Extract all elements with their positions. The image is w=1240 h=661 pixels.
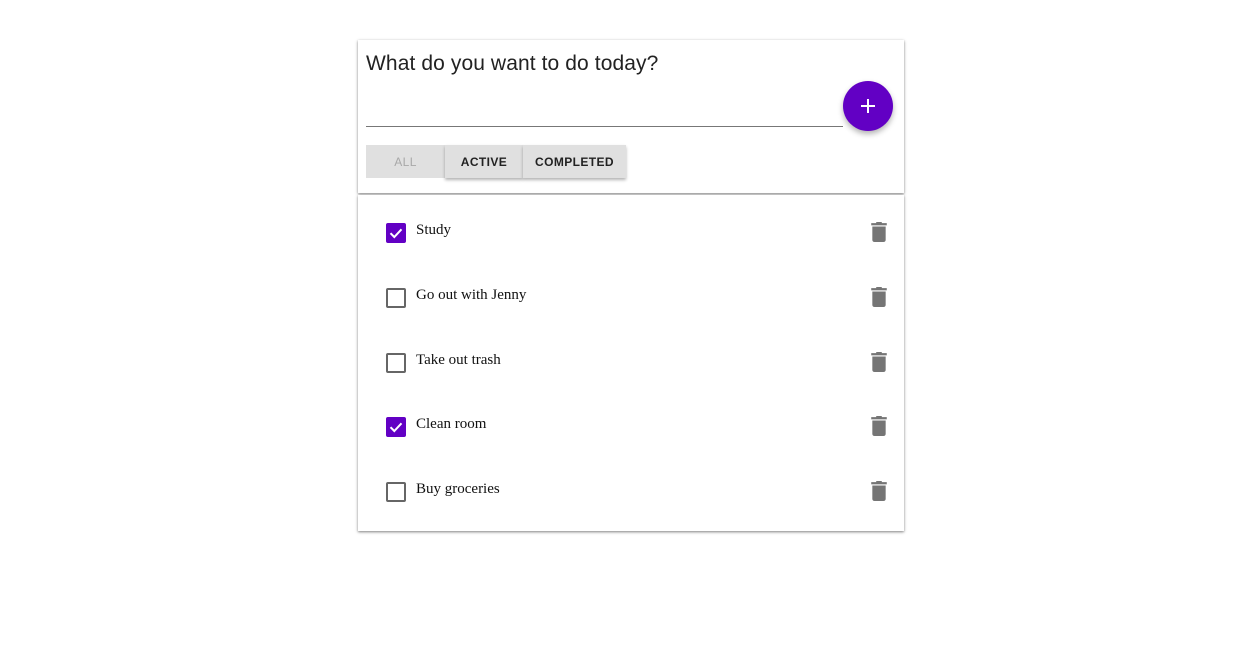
new-task-input[interactable] — [366, 98, 843, 127]
todo-checkbox[interactable] — [386, 353, 406, 373]
filter-active-button[interactable]: ACTIVE — [445, 145, 523, 178]
todo-item: Buy groceries — [358, 471, 904, 511]
filter-button-group: ALL ACTIVE COMPLETED — [366, 145, 626, 178]
todo-label: Clean room — [416, 416, 487, 432]
todo-label: Go out with Jenny — [416, 287, 527, 303]
filter-completed-button[interactable]: COMPLETED — [523, 145, 626, 178]
todo-checkbox[interactable] — [386, 482, 406, 502]
trash-icon[interactable] — [870, 481, 888, 501]
filter-all-button[interactable]: ALL — [366, 145, 445, 178]
todo-item: Study — [358, 212, 904, 252]
checkmark-icon — [389, 422, 403, 433]
todo-item: Clean room — [358, 406, 904, 446]
plus-icon — [861, 99, 875, 113]
prompt-heading: What do you want to do today? — [366, 52, 659, 75]
todo-label: Study — [416, 222, 452, 238]
trash-icon[interactable] — [870, 222, 888, 242]
todo-checkbox[interactable] — [386, 288, 406, 308]
todo-checkbox[interactable] — [386, 223, 406, 243]
trash-icon[interactable] — [870, 287, 888, 307]
todo-list: Study Go out with Jenny Take out trash C… — [358, 195, 904, 531]
todo-item: Go out with Jenny — [358, 277, 904, 317]
checkmark-icon — [389, 228, 403, 239]
add-task-button[interactable] — [843, 81, 893, 131]
todo-item: Take out trash — [358, 342, 904, 382]
todo-label: Buy groceries — [416, 481, 500, 497]
trash-icon[interactable] — [870, 416, 888, 436]
todo-checkbox[interactable] — [386, 417, 406, 437]
new-task-card: What do you want to do today? ALL ACTIVE… — [358, 40, 904, 193]
trash-icon[interactable] — [870, 352, 888, 372]
todo-label: Take out trash — [416, 352, 501, 368]
